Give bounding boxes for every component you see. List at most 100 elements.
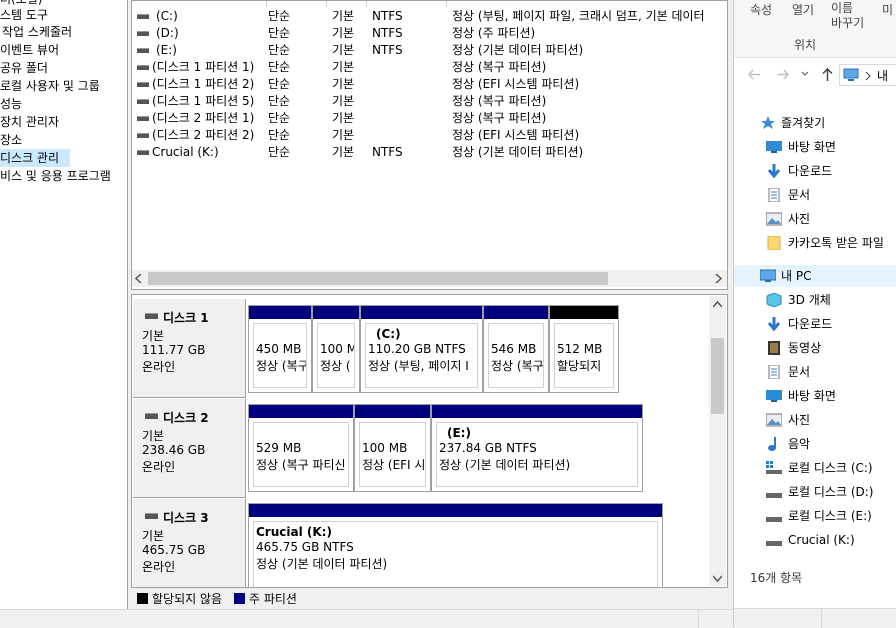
partition-block[interactable]: 100 M 정상 ( <box>312 305 360 393</box>
partition-block-c[interactable]: (C:) 110.20 GB NTFS 정상 (부팅, 페이지 I <box>360 305 483 393</box>
nav-3d-objects[interactable]: 3D 개체 <box>734 289 896 311</box>
tree-item-performance[interactable]: 성능 <box>0 95 22 113</box>
chevron-down-icon[interactable] <box>801 64 809 76</box>
nav-videos[interactable]: 동영상 <box>734 337 896 359</box>
disk-1-label[interactable]: 디스크 1 기본 111.77 GB 온라인 <box>133 299 246 398</box>
nav-downloads-pc[interactable]: 다운로드 <box>734 313 896 335</box>
partition-block[interactable]: 529 MB 정상 (복구 파티신 <box>248 404 354 492</box>
volume-row[interactable]: Crucial (K:) 단순 기본 NTFS 정상 (기본 데이터 파티션) <box>132 144 727 161</box>
unallocated-block[interactable]: 512 MB 할당되지 <box>549 305 619 393</box>
address-text: 내 <box>877 69 889 83</box>
console-tree: 터(로컬) 스템 도구 작업 스케줄러 이벤트 뷰어 공유 폴더 로컬 사용자 … <box>0 0 128 609</box>
file-explorer-window: 속성 열기 이름 바꾸기 미 위치 내 즐겨찾기 바탕 화면 다운로드 문서 사… <box>733 0 896 628</box>
document-icon <box>768 365 780 379</box>
nav-pictures[interactable]: 사진 <box>734 208 896 230</box>
vertical-scrollbar[interactable] <box>709 296 726 586</box>
volume-row[interactable]: (디스크 2 파티션 1) 단순 기본 정상 (복구 파티션) <box>132 110 727 127</box>
disk-3-label[interactable]: 디스크 3 기본 465.75 GB 온라인 <box>133 499 246 587</box>
partition-block[interactable]: 100 MB 정상 (EFI 시 <box>354 404 431 492</box>
disk-icon <box>145 513 158 519</box>
column-header-status[interactable] <box>447 1 727 7</box>
up-icon[interactable] <box>822 68 833 81</box>
partition-block-k[interactable]: Crucial (K:) 465.75 GB NTFS 정상 (기본 데이터 파… <box>248 503 663 587</box>
tree-item-services[interactable]: 비스 및 응용 프로그램 <box>0 167 111 185</box>
nav-this-pc[interactable]: 내 PC <box>734 265 896 287</box>
volume-row[interactable]: (디스크 1 파티션 2) 단순 기본 정상 (EFI 시스템 파티션) <box>132 76 727 93</box>
volume-row[interactable]: (D:) 단순 기본 NTFS 정상 (주 파티션) <box>132 25 727 42</box>
tree-item-device-manager[interactable]: 장치 관리자 <box>0 113 59 131</box>
tree-item-task-scheduler[interactable]: 작업 스케줄러 <box>2 23 72 41</box>
column-header-layout[interactable] <box>267 1 327 7</box>
column-header-type[interactable] <box>327 1 367 7</box>
cube-icon <box>766 293 782 307</box>
rename-button[interactable]: 이름 바꾸기 <box>831 1 864 31</box>
nav-desktop-pc[interactable]: 바탕 화면 <box>734 385 896 407</box>
tree-item-storage[interactable]: 장소 <box>0 131 22 149</box>
picture-icon <box>766 413 782 427</box>
partition-block[interactable]: 450 MB 정상 (복구 <box>248 305 312 393</box>
legend: 할당되지 않음 주 파티션 <box>131 588 728 608</box>
drive-icon <box>137 48 149 53</box>
nav-local-disk-e[interactable]: 로컬 디스크 (E:) <box>734 505 896 527</box>
back-icon[interactable] <box>748 69 761 80</box>
download-icon <box>767 317 781 331</box>
scroll-up-icon[interactable] <box>713 301 722 309</box>
address-box[interactable]: 내 <box>839 64 896 86</box>
unallocated-swatch <box>137 593 148 604</box>
nav-documents-pc[interactable]: 문서 <box>734 361 896 383</box>
scroll-right-icon[interactable] <box>714 274 722 283</box>
disk-icon <box>145 313 158 319</box>
nav-desktop[interactable]: 바탕 화면 <box>734 136 896 158</box>
nav-local-disk-c[interactable]: 로컬 디스크 (C:) <box>734 457 896 479</box>
desktop-icon <box>766 141 782 153</box>
volume-row[interactable]: (디스크 1 파티션 1) 단순 기본 정상 (복구 파티션) <box>132 59 727 76</box>
vertical-scroll-thumb[interactable] <box>711 338 724 414</box>
scroll-down-icon[interactable] <box>713 574 722 582</box>
explorer-bottom-bar <box>734 608 896 628</box>
volume-row[interactable]: (E:) 단순 기본 NTFS 정상 (기본 데이터 파티션) <box>132 42 727 59</box>
music-icon <box>768 437 776 451</box>
folder-icon <box>767 236 781 250</box>
tree-item-shared-folders[interactable]: 공유 폴더 <box>0 59 48 77</box>
nav-music[interactable]: 음악 <box>734 433 896 455</box>
pc-icon <box>843 68 859 81</box>
forward-icon[interactable] <box>776 69 789 80</box>
nav-quick-access[interactable]: 즐겨찾기 <box>734 112 896 134</box>
column-header-filesystem[interactable] <box>367 1 447 7</box>
video-icon <box>768 341 780 355</box>
drive-icon <box>137 65 149 70</box>
download-icon <box>767 164 781 178</box>
drive-icon <box>766 517 782 522</box>
volume-row[interactable]: (디스크 1 파티션 5) 단순 기본 정상 (복구 파티션) <box>132 93 727 110</box>
drive-icon <box>137 116 149 121</box>
primary-swatch <box>234 593 245 604</box>
nav-crucial-k[interactable]: Crucial (K:) <box>734 529 896 551</box>
document-icon <box>768 188 780 202</box>
more-button[interactable]: 미 <box>882 1 893 18</box>
horizontal-scroll-thumb[interactable] <box>148 272 608 285</box>
properties-button[interactable]: 속성 <box>750 1 772 18</box>
tree-item-event-viewer[interactable]: 이벤트 뷰어 <box>0 41 59 59</box>
disk-icon <box>145 413 158 419</box>
nav-kakaotalk-folder[interactable]: 카카오톡 받은 파일 <box>734 232 896 254</box>
explorer-status: 16개 항목 <box>734 566 896 586</box>
pc-icon <box>760 269 776 282</box>
drive-icon <box>766 541 782 546</box>
tree-item-local-users[interactable]: 로컬 사용자 및 그룹 <box>0 77 100 95</box>
open-button[interactable]: 열기 <box>792 1 814 18</box>
disk-2-label[interactable]: 디스크 2 기본 238.46 GB 온라인 <box>133 399 246 498</box>
horizontal-scrollbar[interactable] <box>132 270 727 287</box>
nav-pictures-pc[interactable]: 사진 <box>734 409 896 431</box>
tree-item-disk-management[interactable]: 디스크 관리 <box>0 149 70 167</box>
nav-local-disk-d[interactable]: 로컬 디스크 (D:) <box>734 481 896 503</box>
item-count: 16개 항목 <box>750 571 803 585</box>
tree-item-system-tools[interactable]: 스템 도구 <box>0 6 48 24</box>
partition-block[interactable]: 546 MB 정상 (복구 <box>483 305 549 393</box>
volume-row[interactable]: (C:) 단순 기본 NTFS 정상 (부팅, 페이지 파일, 크래시 덤프, … <box>132 8 727 25</box>
volume-row[interactable]: (디스크 2 파티션 2) 단순 기본 정상 (EFI 시스템 파티션) <box>132 127 727 144</box>
partition-block-e[interactable]: (E:) 237.84 GB NTFS 정상 (기본 데이터 파티션) <box>431 404 643 492</box>
scroll-left-icon[interactable] <box>135 274 143 283</box>
column-header-volume[interactable] <box>132 1 267 7</box>
nav-downloads[interactable]: 다운로드 <box>734 160 896 182</box>
nav-documents[interactable]: 문서 <box>734 184 896 206</box>
